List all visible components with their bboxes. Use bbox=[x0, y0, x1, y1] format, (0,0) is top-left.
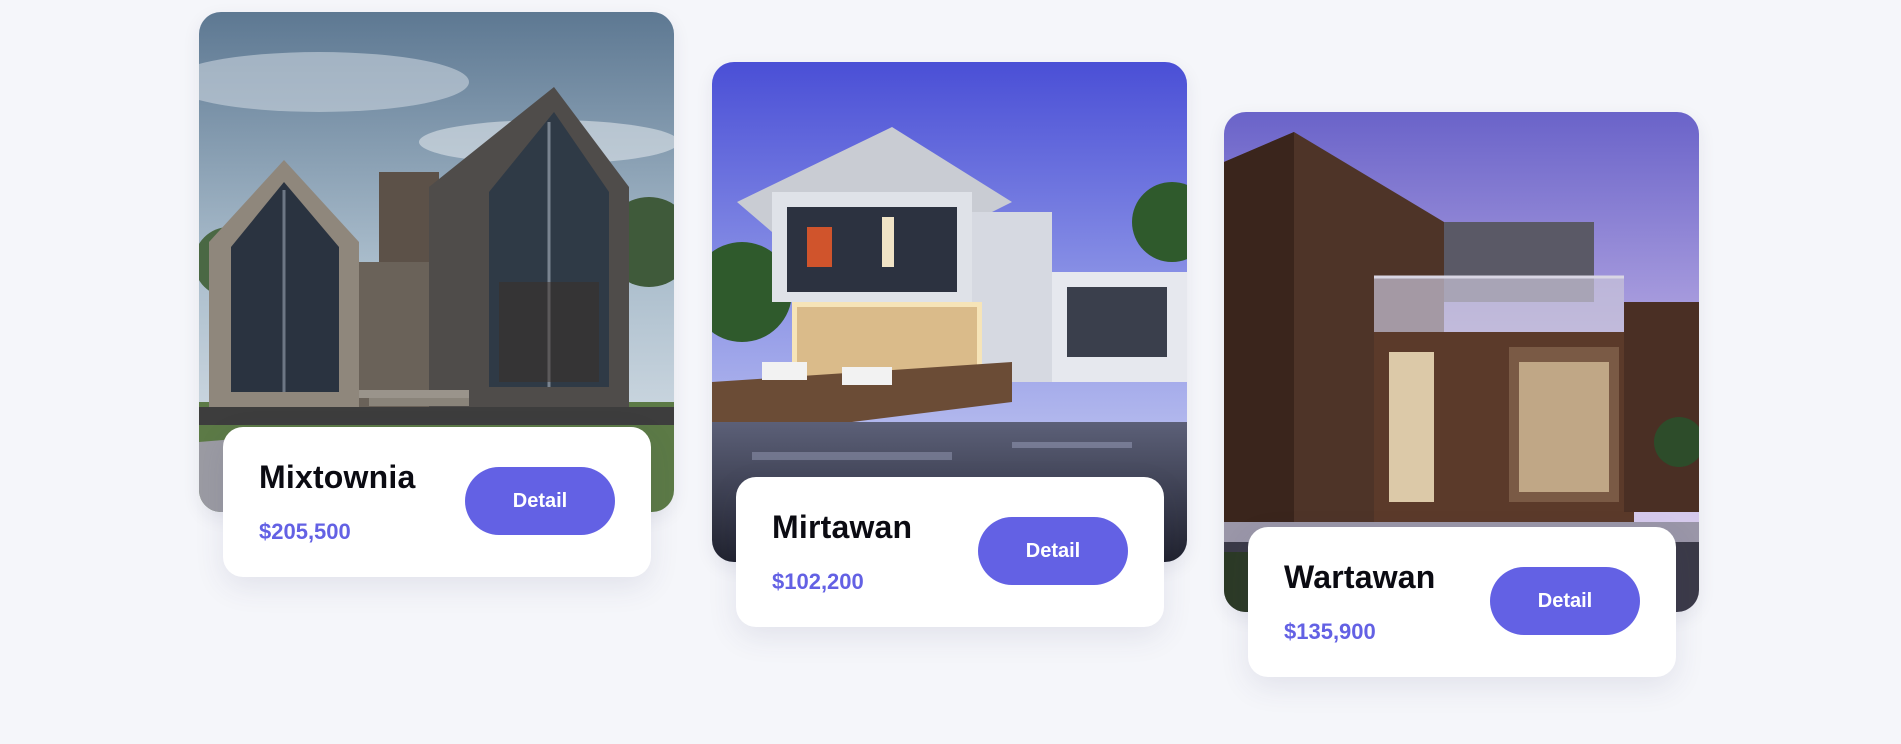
property-name: Wartawan bbox=[1284, 559, 1436, 595]
property-price: $205,500 bbox=[259, 519, 351, 544]
property-info-panel: Mixtownia $205,500 Detail bbox=[223, 427, 651, 577]
detail-button[interactable]: Detail bbox=[978, 517, 1128, 585]
property-card-mixtownia: Mixtownia $205,500 Detail bbox=[199, 12, 674, 577]
property-name: Mixtownia bbox=[259, 459, 416, 495]
property-price: $135,900 bbox=[1284, 619, 1376, 644]
property-card-wartawan: Wartawan $135,900 Detail bbox=[1224, 112, 1699, 677]
property-name: Mirtawan bbox=[772, 509, 913, 545]
property-info-panel: Wartawan $135,900 Detail bbox=[1248, 527, 1676, 677]
property-card-mirtawan: Mirtawan $102,200 Detail bbox=[712, 62, 1187, 627]
detail-button[interactable]: Detail bbox=[465, 467, 615, 535]
property-info-panel: Mirtawan $102,200 Detail bbox=[736, 477, 1164, 627]
property-price: $102,200 bbox=[772, 569, 864, 594]
detail-button[interactable]: Detail bbox=[1490, 567, 1640, 635]
